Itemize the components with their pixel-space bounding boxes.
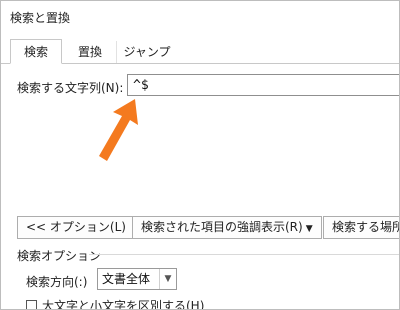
find-replace-dialog: 検索と置換 検索 置換 ジャンプ 検索する文字列(N): << オプション(L)… [0,0,400,310]
search-direction-label: 検索方向(:) [26,275,88,289]
arrow-up-right-icon [99,99,138,161]
match-case-label: 大文字と小文字を区別する(H) [42,299,205,310]
find-what-label: 検索する文字列(N): [17,81,124,95]
group-divider [89,254,399,255]
search-direction-select[interactable]: 文書全体 ▼ [97,268,177,290]
tab-replace[interactable]: 置換 [64,41,117,63]
highlight-button[interactable]: 検索された項目の強調表示(R) ▼ [132,216,322,239]
find-in-button[interactable]: 検索する場所(I) [323,216,399,239]
tab-goto[interactable]: ジャンプ [119,41,175,63]
search-options-label: 検索オプション [17,249,102,263]
find-in-button-label: 検索する場所(I) [332,220,399,234]
find-what-input[interactable] [127,74,399,96]
tab-find[interactable]: 検索 [10,39,62,64]
search-direction-value: 文書全体 [102,272,151,286]
highlight-button-label: 検索された項目の強調表示(R) [141,220,303,234]
title-bar: 検索と置換 [1,1,399,31]
options-button[interactable]: << オプション(L) [17,216,135,239]
options-button-label: << オプション(L) [26,220,126,234]
match-case-checkbox[interactable] [26,300,37,309]
dialog-title: 検索と置換 [10,11,71,25]
chevron-down-icon: ▼ [159,269,176,289]
chevron-down-icon: ▼ [305,224,313,234]
